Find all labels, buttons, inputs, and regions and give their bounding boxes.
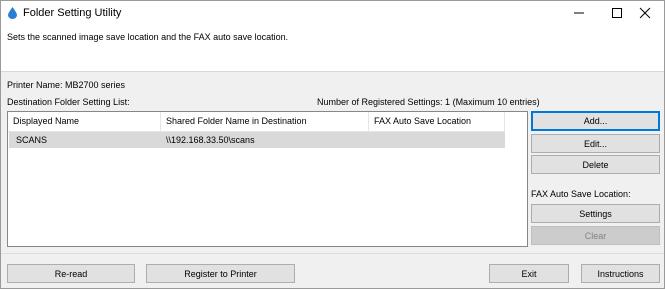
delete-button[interactable]: Delete (531, 155, 660, 174)
title-bar: Folder Setting Utility (1, 1, 664, 25)
reread-button[interactable]: Re-read (7, 264, 135, 283)
minimize-icon[interactable] (560, 1, 598, 25)
column-header-displayed-name[interactable]: Displayed Name (8, 112, 161, 131)
column-header-fax-auto-save[interactable]: FAX Auto Save Location (369, 112, 505, 131)
add-button[interactable]: Add... (531, 111, 660, 131)
app-water-drop-icon (8, 7, 17, 19)
instructions-button[interactable]: Instructions (581, 264, 660, 283)
printer-name: Printer Name: MB2700 series (7, 80, 126, 90)
register-to-printer-button[interactable]: Register to Printer (146, 264, 295, 283)
destination-list-label: Destination Folder Setting List: (7, 97, 130, 107)
list-header: Displayed Name Shared Folder Name in Des… (8, 112, 505, 132)
row-fax-auto-save (370, 132, 374, 148)
footer-divider (1, 253, 664, 254)
row-shared-folder: \\192.168.33.50\scans (166, 135, 255, 145)
edit-button[interactable]: Edit... (531, 134, 660, 153)
fax-clear-button[interactable]: Clear (531, 226, 660, 245)
window-title: Folder Setting Utility (23, 7, 122, 19)
description-band: Sets the scanned image save location and… (1, 25, 664, 72)
registered-count: Number of Registered Settings: 1 (Maximu… (317, 97, 540, 107)
row-displayed-name: SCANS (16, 135, 48, 145)
description-text: Sets the scanned image save location and… (7, 32, 289, 42)
fax-settings-button[interactable]: Settings (531, 204, 660, 223)
close-icon[interactable] (626, 1, 664, 25)
fax-auto-save-label: FAX Auto Save Location: (531, 189, 631, 199)
exit-button[interactable]: Exit (489, 264, 569, 283)
folder-setting-window: Folder Setting Utility Sets the scanned … (0, 0, 665, 289)
table-row[interactable]: SCANS \\192.168.33.50\scans (9, 132, 505, 148)
column-header-shared-folder[interactable]: Shared Folder Name in Destination (161, 112, 369, 131)
destination-folder-list[interactable]: Displayed Name Shared Folder Name in Des… (7, 111, 528, 247)
